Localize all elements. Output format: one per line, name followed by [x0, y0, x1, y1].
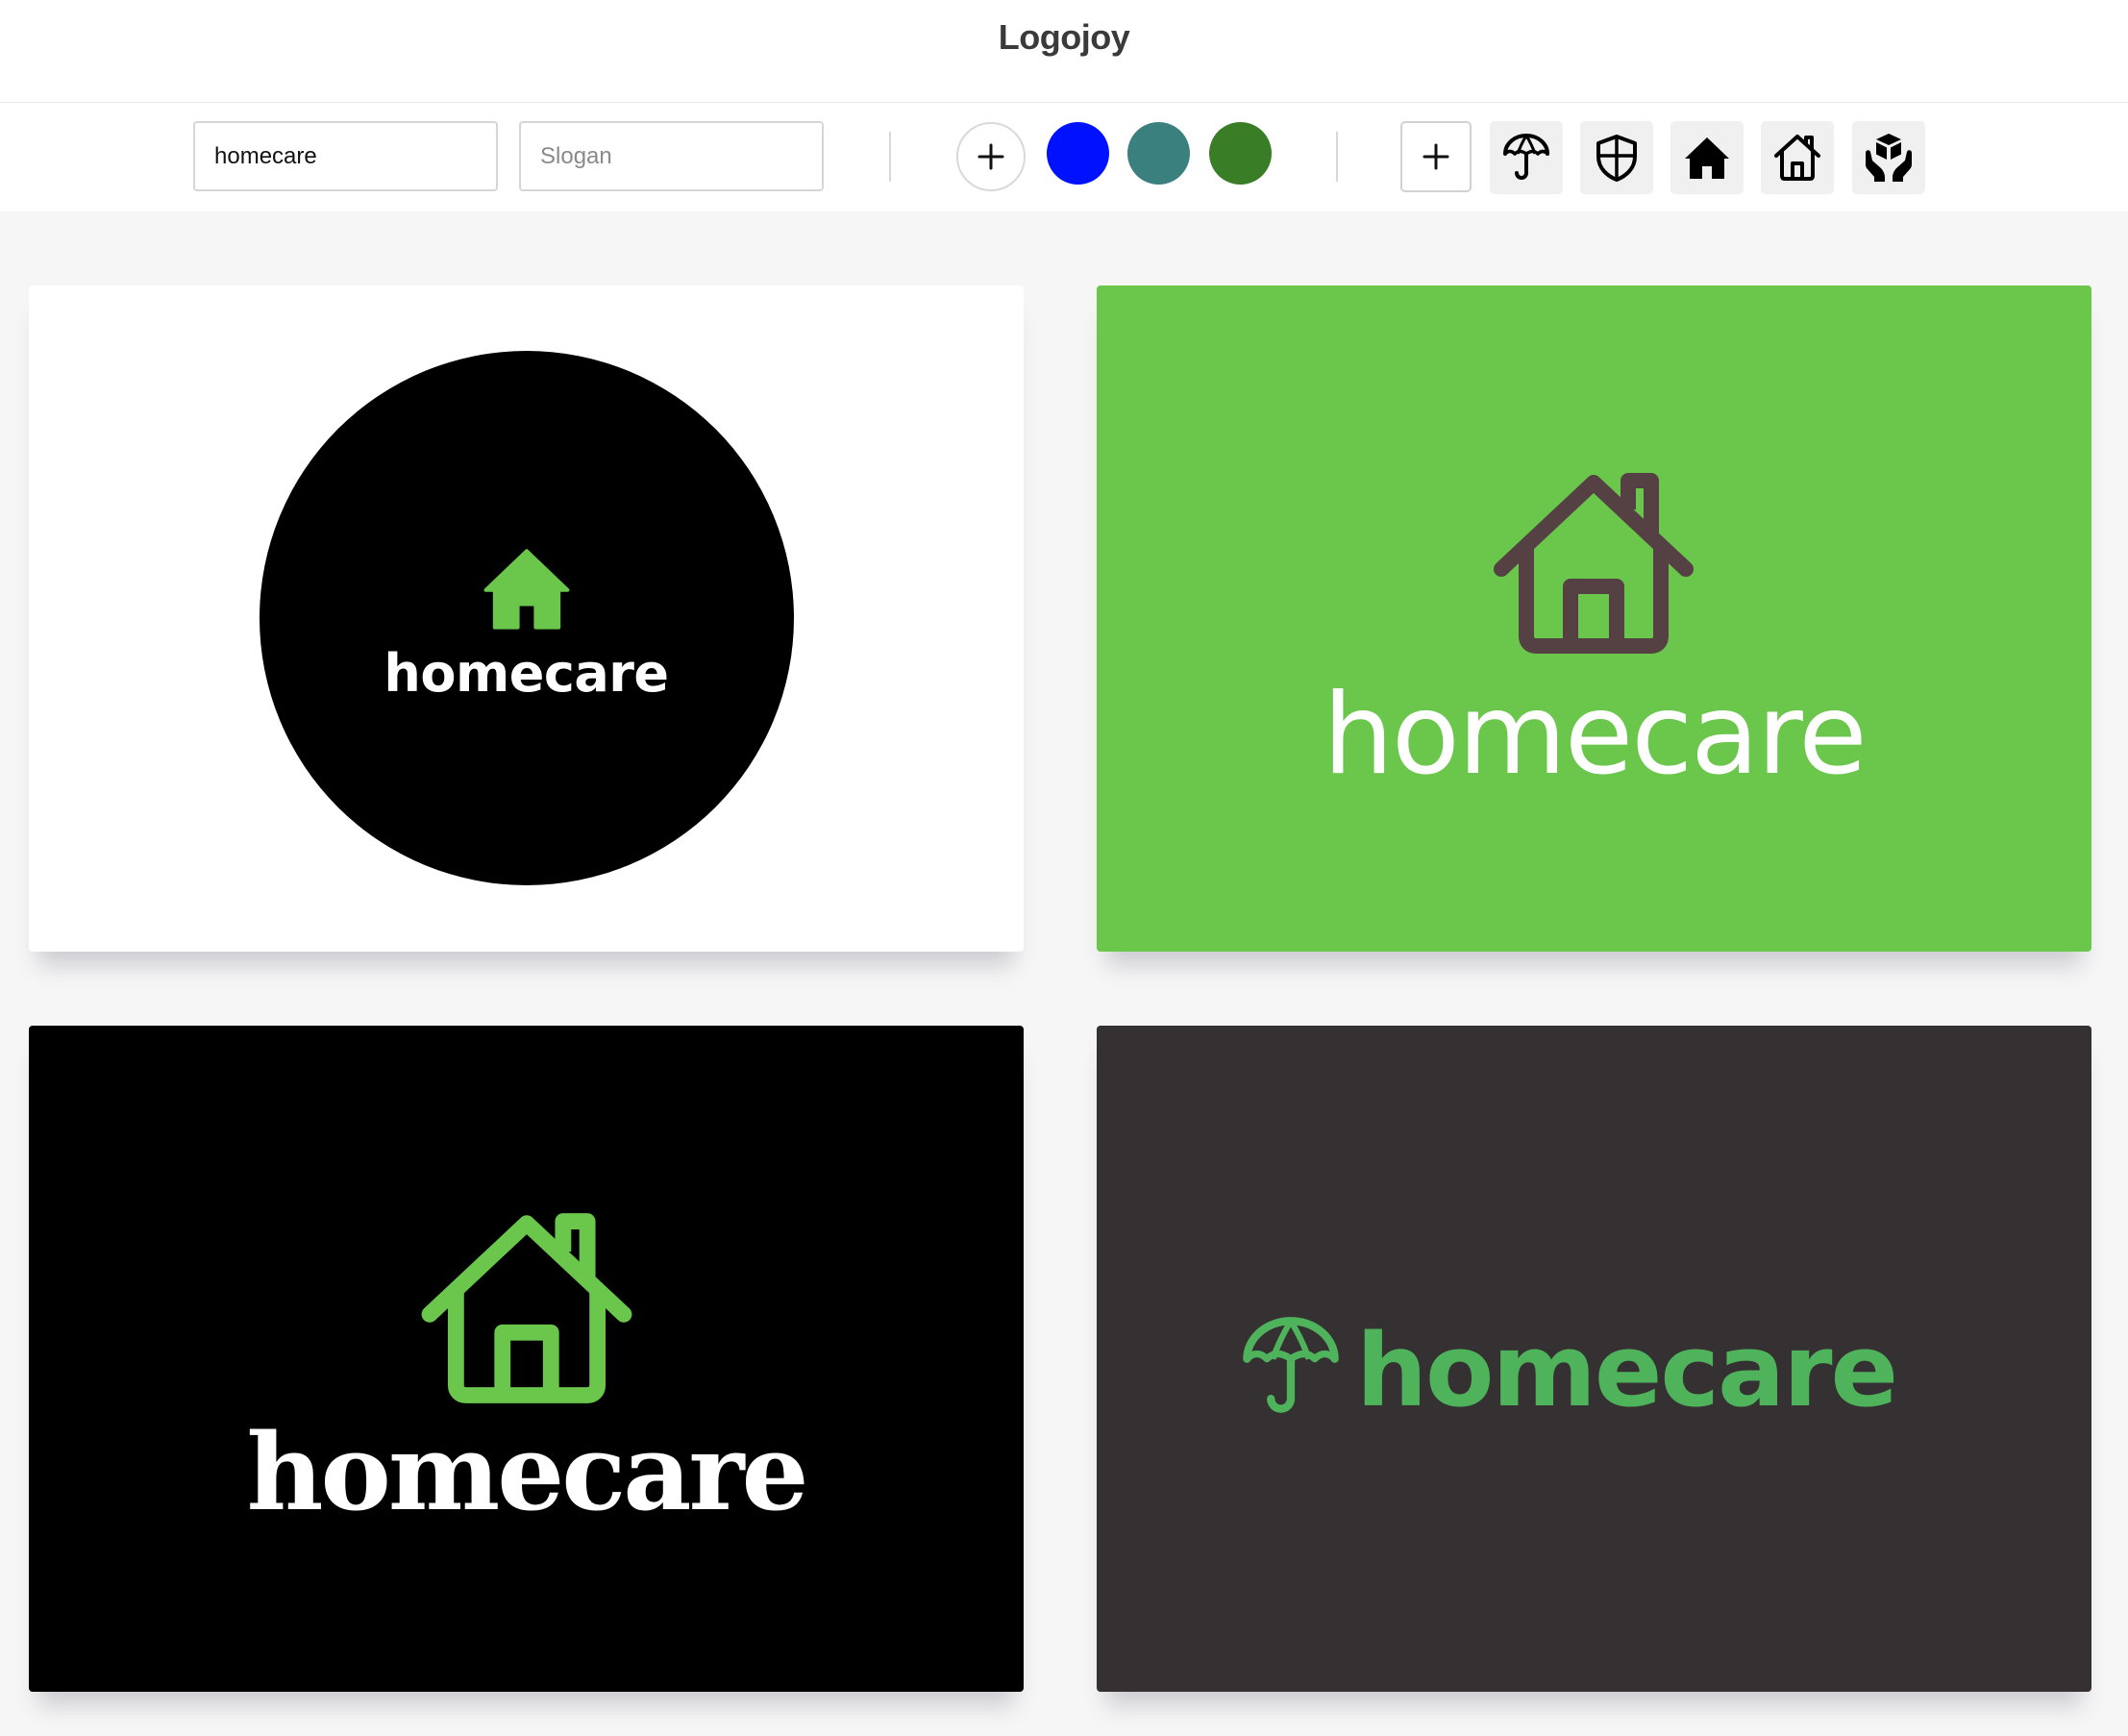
- house-outline-icon: [1494, 473, 1694, 654]
- color-swatch-green[interactable]: [1209, 122, 1272, 185]
- symbol-umbrella[interactable]: [1490, 121, 1563, 194]
- logo-wordmark: homecare: [1323, 670, 1867, 800]
- house-solid-icon: [1685, 137, 1729, 179]
- logo-card[interactable]: homecare: [29, 285, 1024, 952]
- shield-icon: [1596, 135, 1637, 182]
- color-swatch-blue[interactable]: [1047, 122, 1109, 185]
- app-title: Logojoy: [998, 17, 1130, 57]
- house-outline-icon: [421, 1213, 632, 1403]
- logo-card[interactable]: homecare: [29, 1026, 1024, 1692]
- company-name-input[interactable]: [193, 121, 498, 191]
- logo-wordmark: homecare: [384, 643, 669, 704]
- add-symbol-button[interactable]: [1400, 121, 1472, 192]
- logo-wordmark: homecare: [1356, 1312, 1898, 1429]
- umbrella-icon: [1243, 1317, 1339, 1413]
- logo-card[interactable]: homecare: [1097, 285, 2091, 952]
- symbol-house-outline[interactable]: [1761, 121, 1834, 194]
- symbol-shield[interactable]: [1580, 121, 1653, 194]
- header-bar: Logojoy: [0, 0, 2128, 103]
- plus-icon: [1423, 143, 1449, 170]
- add-color-button[interactable]: [956, 122, 1026, 191]
- hands-box-icon: [1866, 134, 1912, 182]
- umbrella-icon: [1503, 134, 1549, 180]
- logo-wordmark: homecare: [246, 1410, 809, 1534]
- toolbar-divider: [889, 132, 891, 182]
- house-solid-icon: [483, 549, 570, 630]
- logo-card[interactable]: homecare: [1097, 1026, 2091, 1692]
- color-swatch-teal[interactable]: [1127, 122, 1190, 185]
- slogan-input[interactable]: [519, 121, 824, 191]
- toolbar-divider: [1336, 132, 1338, 182]
- plus-icon: [977, 143, 1004, 170]
- toolbar: [0, 103, 2128, 211]
- symbol-hands-box[interactable]: [1852, 121, 1925, 194]
- symbol-house-solid[interactable]: [1670, 121, 1744, 194]
- house-outline-icon: [1774, 135, 1820, 181]
